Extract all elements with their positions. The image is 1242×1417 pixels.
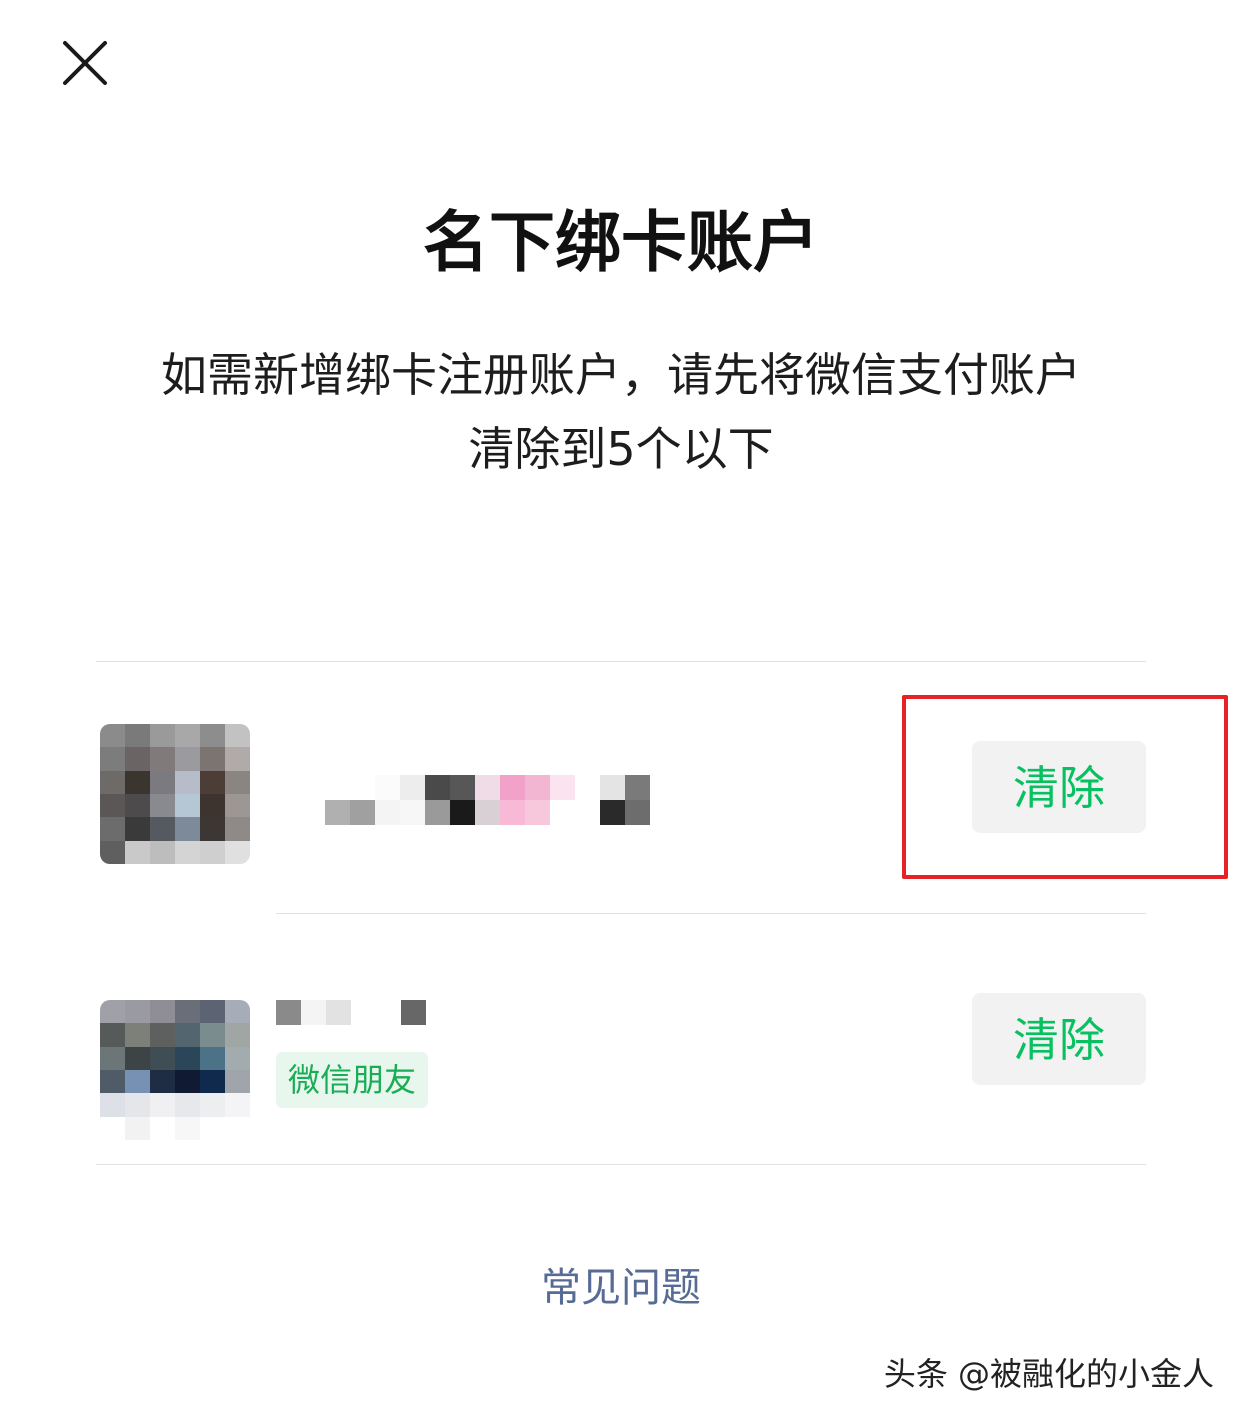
list-top-divider xyxy=(96,661,1146,662)
description-line-2: 清除到5个以下 xyxy=(468,422,774,476)
close-button[interactable] xyxy=(58,36,112,90)
account-name-redacted-1 xyxy=(325,775,650,825)
row-divider xyxy=(276,913,1146,914)
faq-link[interactable]: 常见问题 xyxy=(0,1258,1242,1318)
close-icon xyxy=(63,41,107,85)
highlight-annotation-box xyxy=(902,695,1228,879)
list-bottom-divider xyxy=(96,1164,1146,1165)
page-description: 如需新增绑卡注册账户，请先将微信支付账户 清除到5个以下 xyxy=(80,338,1162,486)
description-line-1: 如需新增绑卡注册账户，请先将微信支付账户 xyxy=(161,348,1081,402)
account-name-redacted-2 xyxy=(276,1000,426,1025)
clear-button-2[interactable]: 清除 xyxy=(972,993,1146,1085)
account-avatar-1 xyxy=(100,724,250,864)
wechat-friend-tag: 微信朋友 xyxy=(276,1052,429,1108)
watermark-text: 头条 @被融化的小金人 xyxy=(883,1355,1214,1393)
page-title: 名下绑卡账户 xyxy=(423,204,819,281)
account-avatar-2 xyxy=(100,1000,250,1140)
